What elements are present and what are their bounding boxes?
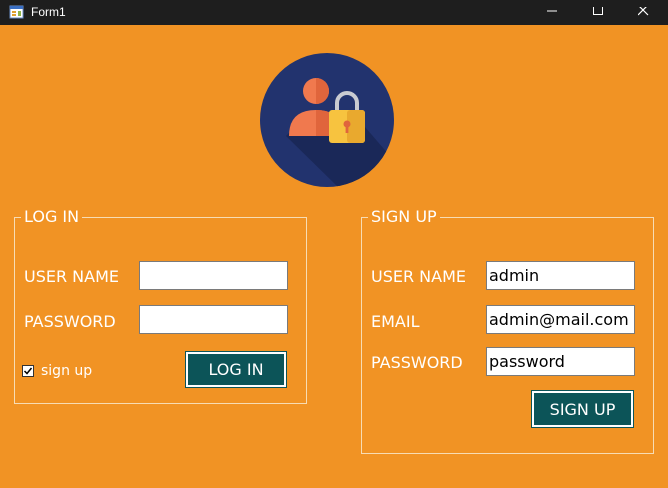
login-password-input[interactable]: [139, 305, 288, 334]
form-icon[interactable]: [9, 4, 25, 20]
signup-group-title: SIGN UP: [368, 207, 440, 227]
signup-button-label: SIGN UP: [549, 399, 616, 419]
login-group-title: LOG IN: [21, 207, 83, 227]
login-username-label: USER NAME: [24, 267, 120, 286]
signup-username-input[interactable]: [486, 261, 635, 290]
signup-password-label: PASSWORD: [371, 353, 463, 372]
close-icon: [638, 7, 649, 16]
login-password-label: PASSWORD: [24, 312, 116, 331]
login-username-input[interactable]: [139, 261, 288, 290]
window-title: Form1: [31, 5, 66, 19]
signup-checkbox[interactable]: [22, 365, 34, 377]
signup-button[interactable]: SIGN UP: [531, 390, 634, 428]
user-lock-icon: [258, 53, 396, 187]
signup-checkbox-label[interactable]: sign up: [41, 363, 92, 380]
maximize-icon: [593, 7, 603, 15]
login-button[interactable]: LOG IN: [185, 351, 287, 388]
signup-email-input[interactable]: [486, 305, 635, 334]
signup-username-label: USER NAME: [371, 267, 467, 286]
login-button-label: LOG IN: [208, 360, 264, 379]
maximize-button[interactable]: [575, 0, 621, 25]
checkmark-icon: [23, 367, 33, 375]
signup-email-label: EMAIL: [371, 312, 420, 331]
minimize-icon: [547, 10, 557, 12]
title-bar[interactable]: Form1: [0, 0, 668, 25]
signup-password-input[interactable]: [486, 347, 635, 376]
close-button[interactable]: [621, 0, 667, 25]
minimize-button[interactable]: [529, 0, 575, 25]
